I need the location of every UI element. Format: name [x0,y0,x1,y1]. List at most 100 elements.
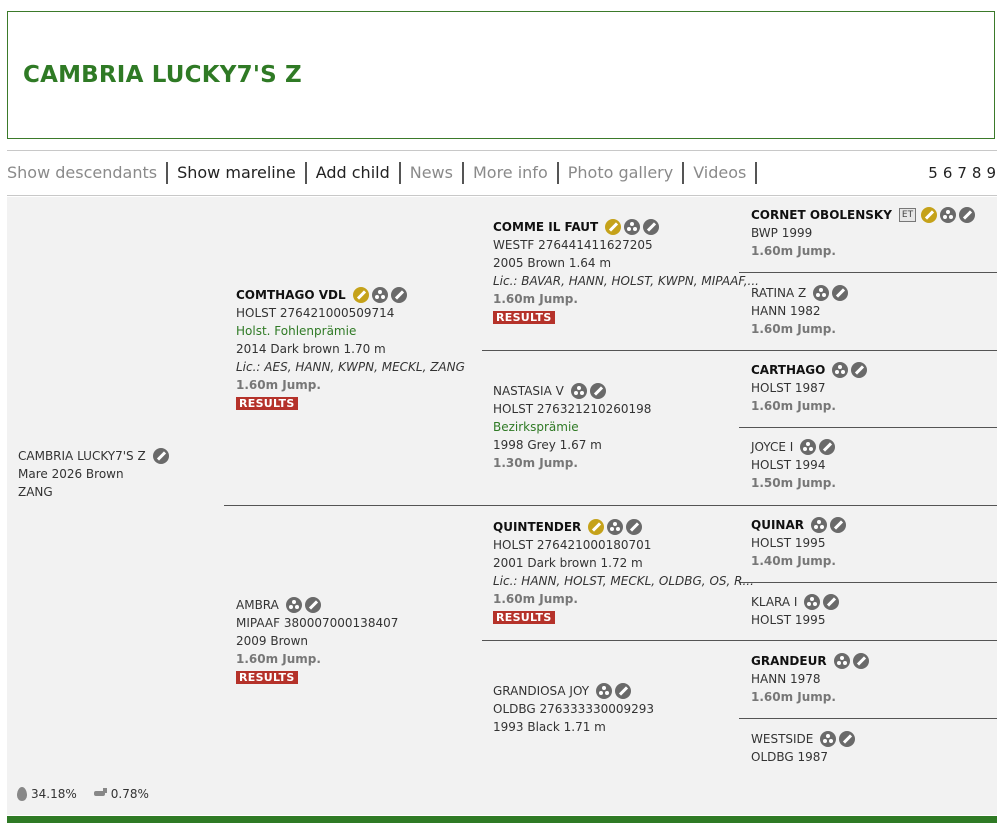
nav-more-info[interactable]: More info [464,162,559,184]
horse-jump: 1.60m Jump. [751,322,836,336]
horse-registration: HOLST 1995 [751,613,826,627]
licensed-icon [588,519,605,535]
subject-horse: CAMBRIA LUCKY7'S Z Mare 2026 Brown ZANG [18,447,169,501]
generation-selector: 5 6 7 8 9 [928,164,997,182]
horse-jump: 1.60m Jump. [493,592,578,606]
horse-award: Holst. Fohlenprämie [236,324,357,338]
horse-registration: BWP 1999 [751,226,813,240]
offspring-icon[interactable] [285,597,302,613]
horse-details: Mare 2026 Brown [18,467,124,481]
offspring-icon[interactable] [800,439,817,455]
edit-icon[interactable] [852,653,869,669]
dam-dam-cell: GRANDIOSA JOY OLDBG 276333330009293 1993… [493,682,654,736]
offspring-icon[interactable] [810,517,827,533]
toolbar-nav: Show descendants Show mareline Add child… [7,158,997,188]
horse-name[interactable]: GRANDIOSA JOY [493,682,589,700]
edit-icon[interactable] [823,594,840,610]
generation-7[interactable]: 7 [957,164,968,182]
horse-name[interactable]: RATINA Z [751,284,806,302]
edit-icon[interactable] [829,517,846,533]
edit-icon[interactable] [851,362,868,378]
edit-icon[interactable] [152,448,169,464]
edit-icon[interactable] [390,287,407,303]
nav-videos[interactable]: Videos [684,162,758,184]
divider [482,350,997,351]
sire-cell: COMTHAGO VDL HOLST 276421000509714 Holst… [236,286,465,412]
horse-name[interactable]: WESTSIDE [751,730,813,748]
nav-news[interactable]: News [401,162,464,184]
offspring-icon[interactable] [570,383,587,399]
horse-jump: 1.60m Jump. [751,244,836,258]
horse-name[interactable]: AMBRA [236,596,279,614]
results-button[interactable]: RESULTS [236,397,298,410]
horse-registration: WESTF 276441411627205 [493,238,653,252]
horse-name[interactable]: COMTHAGO VDL [236,286,346,304]
nav-show-descendants[interactable]: Show descendants [7,162,169,184]
edit-icon[interactable] [839,731,856,747]
horse-jump: 1.60m Jump. [751,690,836,704]
divider [7,195,997,196]
offspring-icon[interactable] [804,594,821,610]
divider [739,272,997,273]
horse-jump: 1.50m Jump. [751,476,836,490]
edit-icon[interactable] [626,519,643,535]
edit-icon[interactable] [832,285,849,301]
nav-photo-gallery[interactable]: Photo gallery [559,162,685,184]
horse-registration: OLDBG 1987 [751,750,829,764]
generation-6[interactable]: 6 [943,164,954,182]
horse-name[interactable]: CORNET OBOLENSKY [751,206,892,224]
horse-jump: 1.40m Jump. [751,554,836,568]
divider [739,582,997,583]
horse-details: 2009 Brown [236,634,309,648]
horse-registration: MIPAAF 380007000138407 [236,616,399,630]
offspring-icon[interactable] [832,362,849,378]
horse-details: 2001 Dark brown 1.72 m [493,556,643,570]
results-button[interactable]: RESULTS [493,611,555,624]
horse-name[interactable]: QUINTENDER [493,518,581,536]
horse-name[interactable]: KLARA I [751,593,797,611]
generation-5[interactable]: 5 [928,164,939,182]
horse-registration: HANN 1978 [751,672,821,686]
edit-icon[interactable] [304,597,321,613]
horse-name[interactable]: QUINAR [751,516,804,534]
edit-icon[interactable] [819,439,836,455]
offspring-icon[interactable] [820,731,837,747]
edit-icon[interactable] [959,207,976,223]
divider [739,427,997,428]
edit-icon[interactable] [589,383,606,399]
dam-cell: AMBRA MIPAAF 380007000138407 2009 Brown … [236,596,398,686]
offspring-icon[interactable] [371,287,388,303]
horse-name[interactable]: CAMBRIA LUCKY7'S Z [18,447,146,465]
generation-9[interactable]: 9 [986,164,997,182]
offspring-icon[interactable] [624,219,641,235]
horse-name[interactable]: JOYCE I [751,438,793,456]
great-grandparent-cell: CARTHAGO HOLST 1987 1.60m Jump. [751,361,868,415]
edit-icon[interactable] [643,219,660,235]
blood-value: 0.78% [110,787,149,801]
nav-add-child[interactable]: Add child [307,162,401,184]
results-button[interactable]: RESULTS [493,311,555,324]
dam-sire-cell: QUINTENDER HOLST 276421000180701 2001 Da… [493,518,754,626]
horse-registration: OLDBG 276333330009293 [493,702,655,716]
horse-registration: HANN 1982 [751,304,821,318]
horse-name[interactable]: NASTASIA V [493,382,564,400]
great-grandparent-cell: WESTSIDE OLDBG 1987 [751,730,856,766]
horse-name[interactable]: COMME IL FAUT [493,218,598,236]
offspring-icon[interactable] [607,519,624,535]
horse-name[interactable]: CARTHAGO [751,361,825,379]
horse-jump: 1.60m Jump. [236,378,321,392]
divider [224,505,997,506]
horse-jump: 1.30m Jump. [493,456,578,470]
offspring-icon[interactable] [813,285,830,301]
generation-8[interactable]: 8 [972,164,983,182]
edit-icon[interactable] [615,683,632,699]
horse-registration: HOLST 1987 [751,381,826,395]
horse-name[interactable]: GRANDEUR [751,652,827,670]
nav-show-mareline[interactable]: Show mareline [168,162,307,184]
offspring-icon[interactable] [833,653,850,669]
offspring-icon[interactable] [940,207,957,223]
offspring-icon[interactable] [596,683,613,699]
horse-registration: HOLST 1994 [751,458,826,472]
results-button[interactable]: RESULTS [236,671,298,684]
great-grandparent-cell: RATINA Z HANN 1982 1.60m Jump. [751,284,849,338]
